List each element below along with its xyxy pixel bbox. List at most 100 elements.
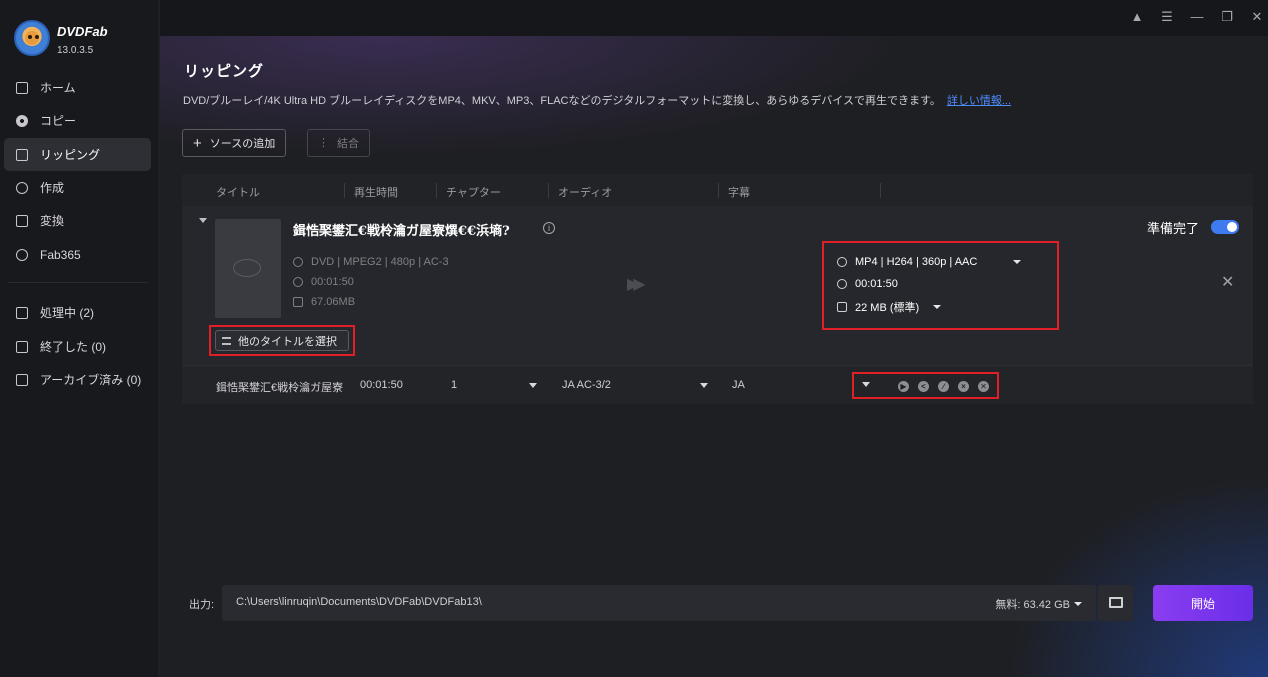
sidebar-item-ripper[interactable]: リッピング xyxy=(4,138,151,171)
app-version: 13.0.3.5 xyxy=(57,45,94,56)
add-source-label: ソースの追加 xyxy=(209,138,276,150)
plus-icon: + xyxy=(193,134,202,152)
description-text: DVD/ブルーレイ/4K Ultra HD ブルーレイディスクをMP4、MKV、… xyxy=(183,95,941,107)
merge-button[interactable]: ⋮ 結合 xyxy=(307,129,370,157)
chevron-down-icon xyxy=(933,305,942,309)
archive-icon xyxy=(16,373,28,386)
disc-icon xyxy=(293,257,303,267)
remove-title-icon[interactable]: ✕ xyxy=(1221,272,1234,292)
format-icon xyxy=(837,257,847,267)
chevron-down-icon xyxy=(1013,260,1022,264)
play-icon[interactable]: ▶ xyxy=(898,381,909,392)
dvdfab-logo-icon xyxy=(14,20,50,56)
merge-label: 結合 xyxy=(337,138,359,150)
source-size-text: 67.06MB xyxy=(311,296,356,308)
list-icon xyxy=(222,336,231,345)
processing-icon xyxy=(16,306,28,319)
sidebar-item-converter[interactable]: 変換 xyxy=(4,204,151,237)
output-size-selector[interactable]: 22 MB (標準) xyxy=(837,299,942,315)
sub-title: 鍓悎棸鐢汇€戦柃瀹ガ屋寮 xyxy=(216,382,344,394)
sidebar-item-copy[interactable]: コピー xyxy=(4,104,151,137)
delete-icon[interactable]: ✕ xyxy=(978,381,989,392)
minimize-icon[interactable]: — xyxy=(1190,10,1204,24)
file-size-icon xyxy=(837,302,847,312)
close-icon[interactable]: ✕ xyxy=(1250,10,1264,24)
sidebar-item-label: 作成 xyxy=(40,181,65,195)
title-detail-row: 鍓悎棸鐢汇€戦柃瀹ガ屋寮 00:01:50 1 JA AC-3/2 JA ▶ <… xyxy=(182,365,1253,404)
back-icon[interactable]: < xyxy=(918,381,929,392)
sidebar: DVDFab 13.0.3.5 ホーム コピー リッピング 作成 変換 Fab3… xyxy=(0,0,159,677)
menu-icon[interactable]: ☰ xyxy=(1160,10,1174,24)
sidebar-item-processing[interactable]: 処理中 (2) xyxy=(4,296,151,329)
collapse-toggle-icon[interactable] xyxy=(199,218,207,223)
scissors-icon[interactable]: × xyxy=(958,381,969,392)
select-other-title-button[interactable]: 他のタイトルを選択 xyxy=(215,330,349,351)
sidebar-divider xyxy=(8,282,148,283)
sidebar-item-label: アーカイブ済み (0) xyxy=(40,373,142,387)
page-title: リッピング xyxy=(184,63,265,80)
convert-arrow-icon: ▶▶ xyxy=(627,276,645,293)
info-icon[interactable]: i xyxy=(543,222,555,234)
creator-icon xyxy=(16,181,28,194)
select-other-title-label: 他のタイトルを選択 xyxy=(238,335,337,348)
home-icon xyxy=(16,81,28,94)
sidebar-item-archive[interactable]: アーカイブ済み (0) xyxy=(4,363,151,396)
output-profile-box: MP4 | H264 | 360p | AAC 00:01:50 22 MB (… xyxy=(822,241,1059,330)
source-format-text: DVD | MPEG2 | 480p | AC-3 xyxy=(311,256,449,268)
restore-icon[interactable]: ❐ xyxy=(1220,10,1234,24)
sidebar-item-label: Fab365 xyxy=(40,247,81,262)
page-description: DVD/ブルーレイ/4K Ultra HD ブルーレイディスクをMP4、MKV、… xyxy=(183,92,1011,108)
chevron-down-icon xyxy=(1074,602,1082,606)
ready-toggle[interactable] xyxy=(1211,220,1239,234)
sidebar-item-fab365[interactable]: Fab365 xyxy=(4,238,151,271)
sidebar-item-label: コピー xyxy=(40,114,77,128)
output-path-field[interactable]: C:\Users\linruqin\Documents\DVDFab\DVDFa… xyxy=(222,585,1096,621)
start-button[interactable]: 開始 xyxy=(1153,585,1253,621)
title-thumbnail xyxy=(215,219,281,318)
clock-icon xyxy=(293,277,303,287)
browse-folder-button[interactable] xyxy=(1098,585,1133,621)
more-info-link[interactable]: 詳しい情報... xyxy=(947,95,1011,107)
copy-disc-icon xyxy=(16,114,28,127)
file-size-icon xyxy=(293,297,303,307)
output-size-text: 22 MB (標準) xyxy=(855,302,920,314)
chevron-down-icon[interactable] xyxy=(529,383,537,388)
source-size: 67.06MB xyxy=(293,296,355,308)
output-format-selector[interactable]: MP4 | H264 | 360p | AAC xyxy=(837,256,1022,268)
free-space-text: 無料: 63.42 GB xyxy=(995,599,1070,611)
sidebar-item-home[interactable]: ホーム xyxy=(4,71,151,104)
output-path-text: C:\Users\linruqin\Documents\DVDFab\DVDFa… xyxy=(236,596,482,608)
chapter-select[interactable]: 1 xyxy=(451,379,457,391)
audio-select[interactable]: JA AC-3/2 xyxy=(562,379,611,391)
sub-duration: 00:01:50 xyxy=(360,379,403,391)
edit-icon[interactable]: ∕ xyxy=(938,381,949,392)
output-label: 出力: xyxy=(189,599,215,611)
ready-label: 準備完了 xyxy=(1147,222,1200,237)
title-bar: ▲ ☰ — ❐ ✕ xyxy=(160,0,1268,36)
sidebar-item-creator[interactable]: 作成 xyxy=(4,171,151,204)
dvd-icon xyxy=(233,259,261,277)
add-source-button[interactable]: + ソースの追加 xyxy=(182,129,287,157)
shirt-icon[interactable]: ▲ xyxy=(1130,10,1144,24)
free-space[interactable]: 無料: 63.42 GB xyxy=(995,596,1082,612)
select-other-title-highlight: 他のタイトルを選択 xyxy=(209,325,355,356)
fab365-icon xyxy=(16,248,28,261)
col-chapter: チャプター xyxy=(446,187,501,199)
subtitle-tools-highlight: ▶ < ∕ × ✕ xyxy=(852,372,999,399)
col-duration: 再生時間 xyxy=(354,187,398,199)
chevron-down-icon[interactable] xyxy=(700,383,708,388)
chevron-down-icon[interactable] xyxy=(862,382,870,387)
col-audio: オーディオ xyxy=(558,187,613,199)
movie-title: 鍓悎棸鐢汇€戦柃瀹ガ屋寮熼€€浜墒? xyxy=(293,224,510,239)
clock-icon xyxy=(837,279,847,289)
folder-icon xyxy=(1109,597,1123,608)
source-duration-text: 00:01:50 xyxy=(311,276,354,288)
output-format-text: MP4 | H264 | 360p | AAC xyxy=(855,256,978,268)
sidebar-item-finished[interactable]: 終了した (0) xyxy=(4,330,151,363)
merge-icon: ⋮ xyxy=(318,136,329,149)
subtitle-select[interactable]: JA xyxy=(732,379,745,391)
source-duration: 00:01:50 xyxy=(293,276,354,288)
sidebar-item-label: リッピング xyxy=(40,148,101,162)
finished-icon xyxy=(16,340,28,353)
sidebar-item-label: 処理中 (2) xyxy=(40,306,95,320)
